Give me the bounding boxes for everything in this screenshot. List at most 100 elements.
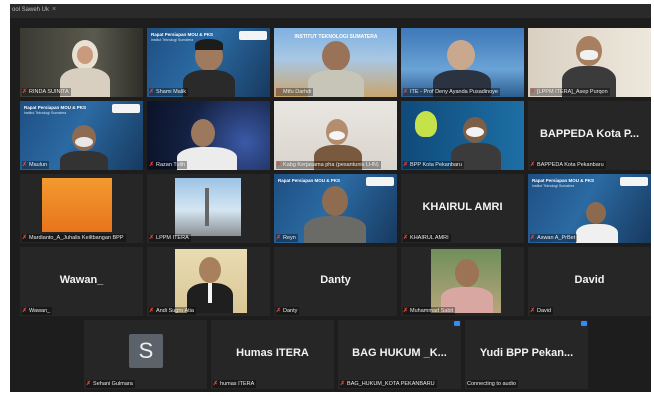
participant-display-name: Danty: [320, 274, 351, 286]
video-tile-mardianto[interactable]: ✗ Mardianto_A_Juhalis Keiltbangan BPP: [20, 174, 143, 243]
mic-muted-icon: ✗: [22, 308, 28, 314]
mask-icon: [75, 137, 93, 147]
title-bar: ool Saweh Uk ×: [10, 4, 651, 18]
name-tile-baghukum[interactable]: BAG HUKUM _K... ✗ BAG_HUKUM_KOTA PEKANBAR…: [338, 320, 461, 389]
video-tile-ite[interactable]: ✗ ITE - Prof Deny Ayanda Pusadinoye: [401, 28, 524, 97]
participant-display-name: Yudi BPP Pekan...: [479, 347, 574, 359]
person-face: [586, 202, 606, 224]
slide-title: Rapat Persiapan MOU & PKS: [532, 178, 595, 183]
mask-icon: [466, 127, 484, 137]
video-tile-nazari[interactable]: ✗ Razan Tulih: [147, 101, 270, 170]
participant-display-name: BAPPEDA Kota P...: [539, 128, 640, 140]
participant-label: ✗ Mtfu Darhdi: [276, 88, 314, 96]
logo-icon: [620, 177, 648, 186]
video-tile-andi[interactable]: ✗ Andi Sugro Atia: [147, 247, 270, 316]
window-title: ool Saweh Uk: [12, 7, 50, 13]
slide-title: Rapat Persiapan MOU & PKS: [151, 32, 214, 37]
name-tile-david[interactable]: David ✗ David: [528, 247, 651, 316]
name-tile-danty[interactable]: Danty ✗ Danty: [274, 247, 397, 316]
mic-muted-icon: ✗: [276, 162, 282, 168]
mask-icon: [329, 131, 345, 140]
close-icon[interactable]: ×: [52, 6, 56, 13]
mic-muted-icon: ✗: [340, 381, 346, 387]
person-face: [447, 40, 475, 70]
person-face: [199, 257, 221, 283]
logo-icon: [366, 177, 394, 186]
participant-label: ✗ humas ITERA: [213, 380, 257, 388]
mic-muted-icon: ✗: [403, 235, 409, 241]
video-tile-lppm1[interactable]: ✗ [LPPM ITERA]_Asep Purqon: [528, 28, 651, 97]
person-face: [77, 46, 93, 64]
participant-label: ✗ Kabg Kerjasama pha (pesantunis LHN): [276, 161, 381, 169]
participant-label: ✗ Razan Tulih: [149, 161, 188, 169]
logo-icon: [239, 31, 267, 40]
screen-share-icon: [454, 321, 460, 326]
shirt-collar: [208, 283, 212, 303]
video-tile-kabag[interactable]: ✗ Kabg Kerjasama pha (pesantunis LHN): [274, 101, 397, 170]
participant-label: ✗ Andi Sugro Atia: [149, 307, 196, 315]
person-body: [576, 224, 618, 243]
mic-muted-icon: ✗: [213, 381, 219, 387]
mic-muted-icon: ✗: [149, 308, 155, 314]
participant-label: ✗ Reyn: [276, 234, 298, 242]
tower-shape: [205, 188, 209, 226]
video-tile-maulun[interactable]: Rapat Persiapan MOU & PKS Institut Tekno…: [20, 101, 143, 170]
participant-label: ✗ BPP Kota Pekanbaru: [403, 161, 464, 169]
name-tile-humas[interactable]: Humas ITERA ✗ humas ITERA: [211, 320, 334, 389]
mic-muted-icon: ✗: [276, 308, 282, 314]
participant-label: ✗ David: [530, 307, 554, 315]
person-body: [183, 70, 235, 97]
name-tile-khairul[interactable]: KHAIRUL AMRI ✗ KHAIRUL AMRI: [401, 174, 524, 243]
participant-display-name: BAG HUKUM _K...: [352, 347, 447, 359]
person-body: [60, 151, 108, 170]
video-tile-muhardi[interactable]: INSTITUT TEKNOLOGI SUMATERA ✗ Mtfu Darhdi: [274, 28, 397, 97]
avatar-tile-sehani[interactable]: S ✗ Sehani Gulmara: [84, 320, 207, 389]
mic-muted-icon: ✗: [86, 381, 92, 387]
mic-muted-icon: ✗: [22, 162, 28, 168]
mic-muted-icon: ✗: [403, 308, 409, 314]
mic-muted-icon: ✗: [530, 308, 536, 314]
logo-icon: [112, 104, 140, 113]
mic-muted-icon: ✗: [530, 162, 536, 168]
participant-display-name: Wawan_: [59, 274, 104, 286]
mic-muted-icon: ✗: [530, 235, 536, 241]
person-face: [191, 119, 215, 147]
name-tile-wawan[interactable]: Wawan_ ✗ Wawan_: [20, 247, 143, 316]
video-tile-lppm2[interactable]: ✗ LPPM ITERA: [147, 174, 270, 243]
mic-muted-icon: ✗: [149, 235, 155, 241]
participant-label: ✗ RINDA SUINITA: [22, 88, 71, 96]
person-body: [308, 70, 364, 97]
participant-label: ✗ Wawan_: [22, 307, 53, 315]
participant-label: ✗ [LPPM ITERA]_Asep Purqon: [530, 88, 610, 96]
participant-label: ✗ Aswan A_PrBet: [530, 234, 578, 242]
person-body: [304, 216, 366, 243]
video-tile-rinda[interactable]: ✗ RINDA SUINITA: [20, 28, 143, 97]
slide-subtitle: Institut Teknologi Sumatera: [532, 184, 575, 188]
video-tile-aswan[interactable]: Rapat Persiapan MOU & PKS Institut Tekno…: [528, 174, 651, 243]
participant-label: ✗ BAG_HUKUM_KOTA PEKANBARU: [340, 380, 437, 388]
mic-muted-icon: ✗: [276, 89, 282, 95]
video-tile-bpp[interactable]: ✗ BPP Kota Pekanbaru: [401, 101, 524, 170]
participant-label: ✗ Shami Malik: [149, 88, 188, 96]
slide-subtitle: Institut Teknologi Sumatera: [24, 111, 67, 115]
video-tile-shami[interactable]: Rapat Persiapan MOU & PKS Institut Tekno…: [147, 28, 270, 97]
slide-title: Rapat Persiapan MOU & PKS: [24, 105, 87, 110]
mic-muted-icon: ✗: [530, 89, 536, 95]
lightbulb-icon: [415, 111, 437, 137]
video-background: [42, 178, 112, 232]
name-tile-bappeda[interactable]: BAPPEDA Kota P... ✗ BAPPEDA Kota Pekanbar…: [528, 101, 651, 170]
person-face: [322, 186, 348, 216]
name-tile-yudi[interactable]: Yudi BPP Pekan... Connecting to audio: [465, 320, 588, 389]
participant-label: ✗ Sehani Gulmara: [86, 380, 135, 388]
participant-display-name: David: [574, 274, 605, 286]
video-tile-muhammad[interactable]: ✗ Muhammad Sabit: [401, 247, 524, 316]
video-tile-reyn[interactable]: Rapat Persiapan MOU & PKS ✗ Reyn: [274, 174, 397, 243]
slide-subtitle: Institut Teknologi Sumatera: [151, 38, 194, 42]
screen-share-icon: [581, 321, 587, 326]
participant-display-name: KHAIRUL AMRI: [422, 201, 503, 213]
mic-muted-icon: ✗: [149, 162, 155, 168]
mic-muted-icon: ✗: [149, 89, 155, 95]
mic-muted-icon: ✗: [22, 235, 28, 241]
mask-icon: [580, 50, 598, 60]
person-face: [455, 259, 479, 287]
